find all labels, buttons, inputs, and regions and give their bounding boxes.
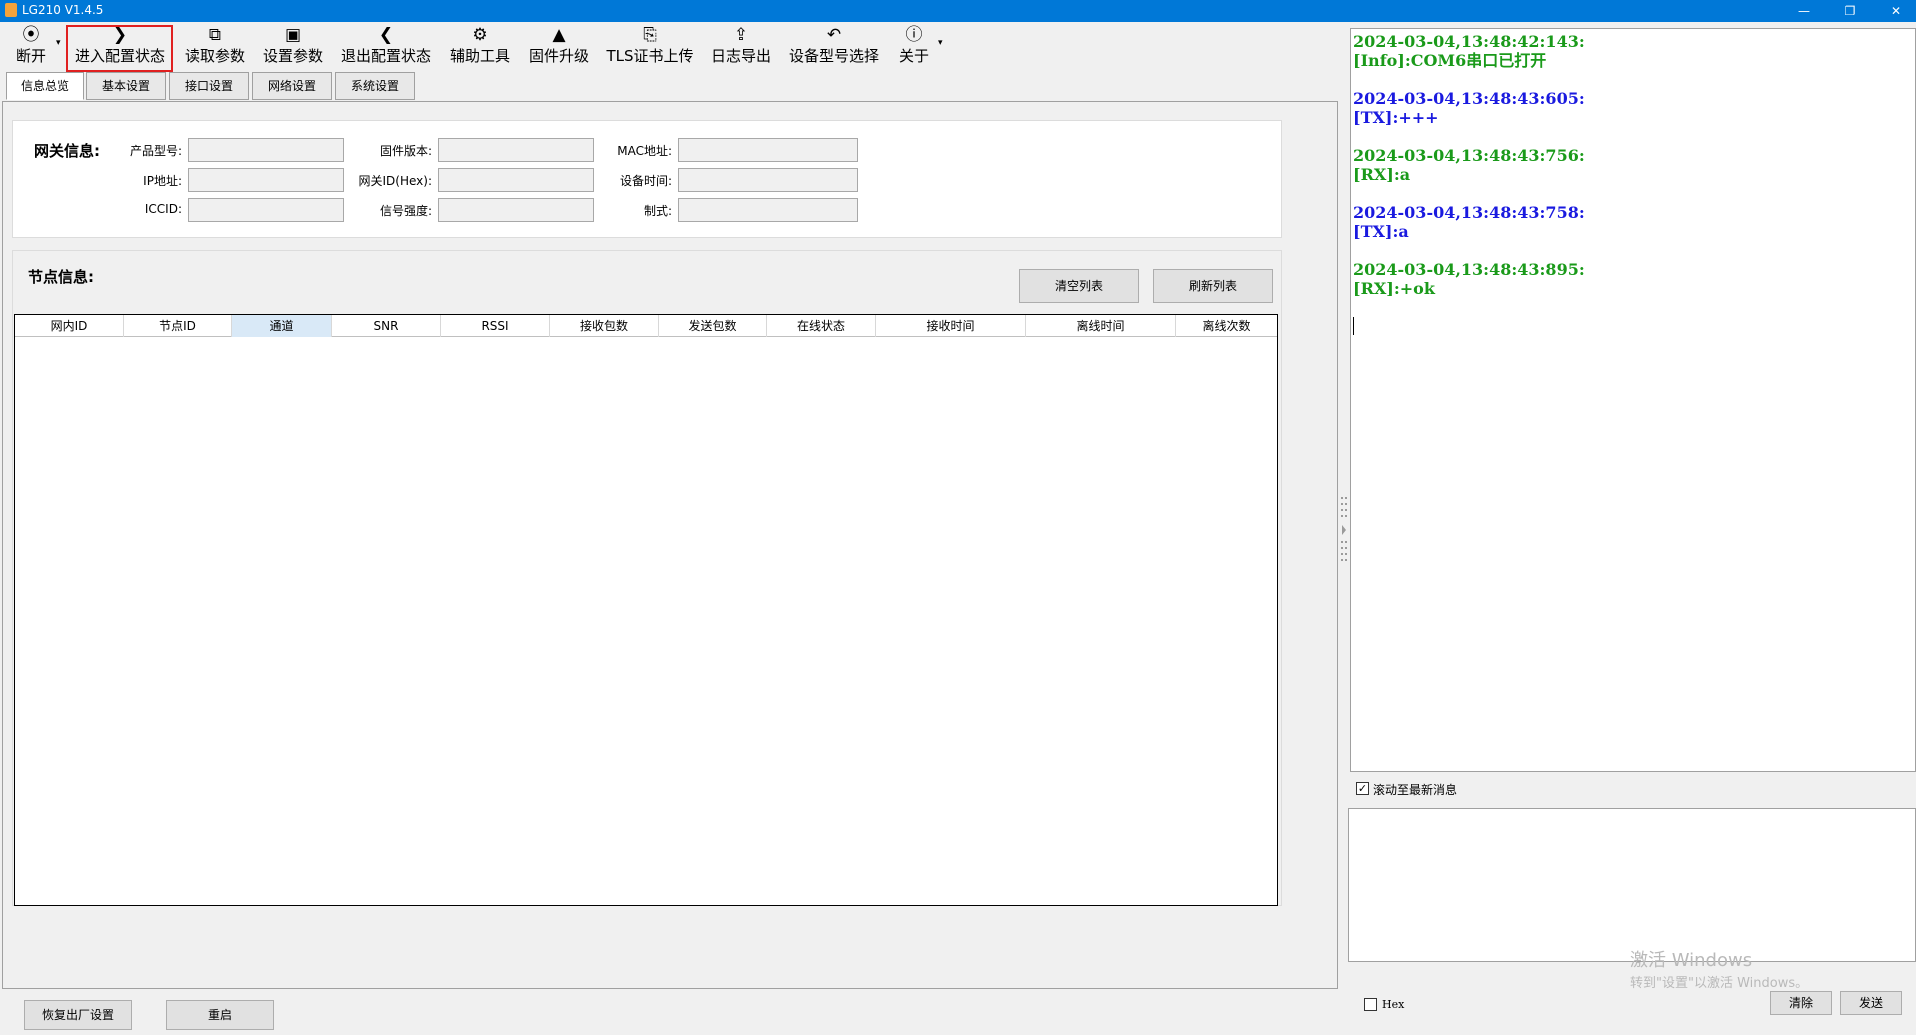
info-icon: ⓘ: [905, 25, 923, 45]
column-header-node-id[interactable]: 节点ID: [124, 315, 232, 337]
log-export-button[interactable]: ⇪ 日志导出: [706, 24, 776, 68]
title-bar: LG210 V1.4.5 — ❐ ✕: [0, 0, 1916, 22]
refresh-list-button[interactable]: 刷新列表: [1153, 269, 1273, 303]
scroll-latest-label: 滚动至最新消息: [1373, 783, 1458, 797]
set-params-button[interactable]: ▣ 设置参数: [258, 24, 328, 68]
column-header-online-status[interactable]: 在线状态: [767, 315, 876, 337]
signal-strength-label: 信号强度:: [379, 204, 432, 218]
firmware-upgrade-button[interactable]: ▲ 固件升级: [524, 24, 594, 68]
reply-arrow-icon: ↶: [826, 25, 842, 45]
restore-button[interactable]: ❐: [1830, 0, 1870, 22]
firmware-version-label: 固件版本:: [379, 144, 432, 158]
column-header-offline-count[interactable]: 离线次数: [1176, 315, 1277, 337]
iccid-label: ICCID:: [144, 202, 182, 216]
close-button[interactable]: ✕: [1876, 0, 1916, 22]
read-doc-icon: ⧉: [208, 25, 222, 45]
exit-config-button[interactable]: ❮ 退出配置状态: [336, 24, 436, 68]
product-model-label: 产品型号:: [129, 144, 182, 158]
column-header-tx-packets[interactable]: 发送包数: [659, 315, 767, 337]
gateway-id-field[interactable]: [438, 168, 594, 192]
text-caret: [1353, 317, 1354, 335]
disconnect-button[interactable]: ⦿ 断开: [10, 24, 52, 68]
export-icon: ⇪: [733, 25, 749, 45]
log-entry: 2024-03-04,13:48:43:895: [RX]:+ok: [1353, 260, 1585, 298]
column-header-net-id[interactable]: 网内ID: [15, 315, 124, 337]
scroll-latest-checkbox[interactable]: ✓: [1356, 782, 1369, 795]
log-output[interactable]: 2024-03-04,13:48:42:143: [Info]:COM6串口已打…: [1350, 28, 1916, 772]
signal-strength-field[interactable]: [438, 198, 594, 222]
column-header-rssi[interactable]: RSSI: [441, 315, 550, 337]
firmware-version-field[interactable]: [438, 138, 594, 162]
device-time-label: 设备时间:: [619, 174, 672, 188]
iccid-field[interactable]: [188, 198, 344, 222]
ip-address-field[interactable]: [188, 168, 344, 192]
tab-basic-settings[interactable]: 基本设置: [86, 72, 166, 100]
aux-tools-button[interactable]: ⚙ 辅助工具: [445, 24, 515, 68]
chevron-left-icon: ❮: [378, 25, 394, 45]
splitter-grip-icon[interactable]: [1340, 495, 1348, 565]
standard-label: 制式:: [643, 204, 672, 218]
activation-watermark-subtitle: 转到"设置"以激活 Windows。: [1630, 976, 1809, 991]
log-entry: 2024-03-04,13:48:43:756: [RX]:a: [1353, 146, 1585, 184]
tab-overview[interactable]: 信息总览: [6, 72, 84, 100]
column-header-offline-time[interactable]: 离线时间: [1026, 315, 1176, 337]
minimize-button[interactable]: —: [1784, 0, 1824, 22]
tab-system-settings[interactable]: 系统设置: [335, 72, 415, 100]
mac-address-label: MAC地址:: [617, 144, 672, 158]
app-icon: [5, 3, 17, 17]
activation-watermark-title: 激活 Windows: [1630, 950, 1753, 971]
toolbar-overflow-icon[interactable]: ▾: [938, 38, 943, 48]
tls-upload-button[interactable]: ⎘ TLS证书上传: [602, 24, 698, 68]
factory-reset-button[interactable]: 恢复出厂设置: [24, 1000, 132, 1030]
disconnect-dropdown-icon[interactable]: ▾: [56, 38, 61, 48]
toolbox-icon: ⚙: [472, 25, 488, 45]
device-model-button[interactable]: ↶ 设备型号选择: [784, 24, 884, 68]
log-entry: 2024-03-04,13:48:42:143: [Info]:COM6串口已打…: [1353, 32, 1585, 70]
chevron-right-icon: ❯: [112, 25, 128, 45]
column-header-channel[interactable]: 通道: [232, 315, 332, 337]
ip-address-label: IP地址:: [143, 174, 182, 188]
tab-interface-settings[interactable]: 接口设置: [169, 72, 249, 100]
gateway-id-label: 网关ID(Hex):: [358, 174, 432, 188]
restart-button[interactable]: 重启: [166, 1000, 274, 1030]
log-entry: 2024-03-04,13:48:43:605: [TX]:+++: [1353, 89, 1585, 127]
location-pin-icon: ⦿: [22, 25, 40, 45]
send-button[interactable]: 发送: [1840, 991, 1902, 1015]
save-icon: ▣: [284, 25, 302, 45]
column-header-rx-time[interactable]: 接收时间: [876, 315, 1026, 337]
log-entry: 2024-03-04,13:48:43:758: [TX]:a: [1353, 203, 1585, 241]
window-title: LG210 V1.4.5: [22, 3, 104, 17]
device-time-field[interactable]: [678, 168, 858, 192]
clear-list-button[interactable]: 清空列表: [1019, 269, 1139, 303]
standard-field[interactable]: [678, 198, 858, 222]
about-button[interactable]: ⓘ 关于: [894, 24, 934, 68]
read-params-button[interactable]: ⧉ 读取参数: [180, 24, 250, 68]
clear-log-button[interactable]: 清除: [1770, 991, 1832, 1015]
column-header-rx-packets[interactable]: 接收包数: [550, 315, 659, 337]
send-input[interactable]: [1348, 808, 1916, 962]
rocket-icon: ▲: [552, 25, 566, 45]
column-header-snr[interactable]: SNR: [332, 315, 441, 337]
hex-checkbox[interactable]: [1364, 998, 1377, 1011]
mac-address-field[interactable]: [678, 138, 858, 162]
certificate-icon: ⎘: [643, 25, 657, 45]
enter-config-button[interactable]: ❯ 进入配置状态: [70, 24, 170, 68]
tab-network-settings[interactable]: 网络设置: [252, 72, 332, 100]
node-table[interactable]: [14, 314, 1278, 906]
gateway-section-title: 网关信息:: [34, 142, 100, 160]
hex-label: Hex: [1382, 998, 1405, 1011]
product-model-field[interactable]: [188, 138, 344, 162]
node-section-title: 节点信息:: [28, 268, 94, 286]
